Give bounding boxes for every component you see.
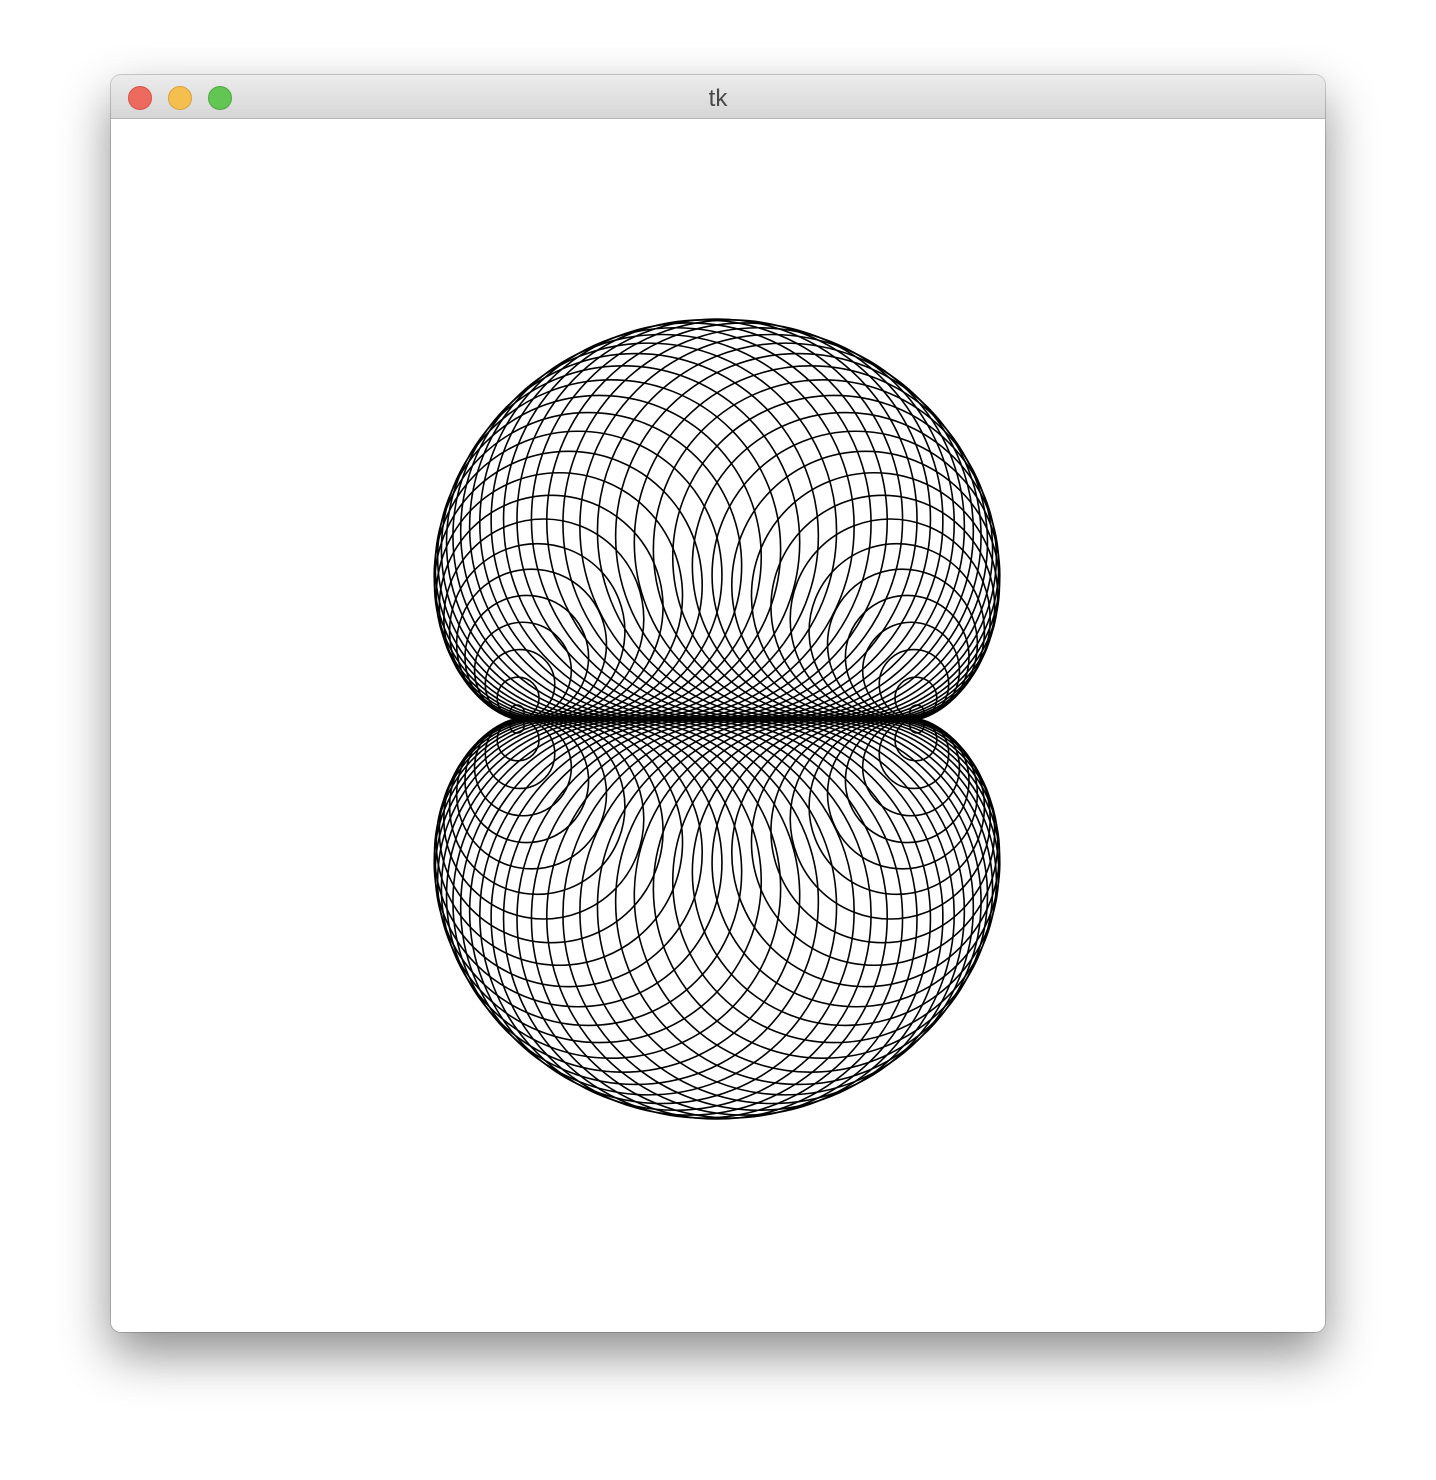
pattern-circle: [516, 318, 918, 720]
pattern-circle: [652, 378, 994, 720]
pattern-circle: [440, 378, 782, 720]
pattern-circle: [445, 718, 801, 1073]
pattern-circle: [652, 718, 994, 1060]
pattern-circle: [478, 718, 872, 1112]
pattern-circle: [516, 718, 918, 1120]
window-title: tk: [708, 85, 728, 112]
pattern-circle: [562, 718, 956, 1112]
pattern-circle: [478, 326, 872, 720]
pattern-circle: [490, 718, 889, 1116]
drawing-canvas[interactable]: [111, 119, 1325, 1332]
pattern-circle: [633, 718, 989, 1073]
pattern-circle: [878, 648, 950, 720]
app-window: tk: [111, 75, 1325, 1332]
circle-pattern-drawing: [433, 318, 1001, 1120]
pattern-circle: [440, 718, 782, 1060]
pattern-circle: [633, 365, 989, 720]
title-bar[interactable]: tk: [111, 75, 1325, 119]
pattern-circle: [445, 365, 801, 720]
pattern-circle: [490, 322, 889, 720]
pattern-circle: [545, 322, 944, 720]
pattern-circle: [545, 718, 944, 1116]
pattern-circle: [484, 718, 556, 790]
pattern-circle: [562, 326, 956, 720]
